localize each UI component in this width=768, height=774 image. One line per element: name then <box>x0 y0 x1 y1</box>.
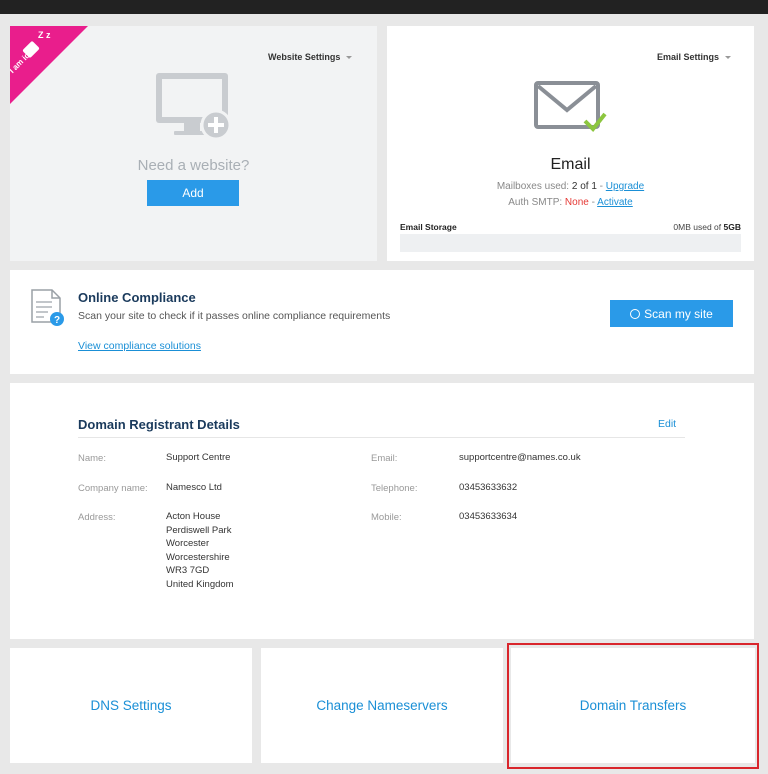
registrant-title: Domain Registrant Details <box>78 417 240 432</box>
smtp-status: None <box>564 197 589 208</box>
address-line: WR3 7GD <box>166 565 210 576</box>
email-label: Email: <box>371 453 398 464</box>
telephone-value: 03453633632 <box>459 482 518 493</box>
divider <box>78 437 685 438</box>
email-storage-label: Email Storage <box>400 222 457 232</box>
compliance-title: Online Compliance <box>78 290 196 305</box>
website-card: Z z I am idle Website Settings Need a we… <box>10 26 377 261</box>
dns-settings-tile[interactable]: DNS Settings <box>10 648 252 763</box>
telephone-label: Telephone: <box>371 483 418 494</box>
address-value: Acton House Perdiswell Park Worcester Wo… <box>166 510 234 591</box>
mailboxes-label: Mailboxes used: <box>496 181 570 192</box>
need-website-text: Need a website? <box>137 157 250 174</box>
add-website-button[interactable]: Add <box>147 180 239 206</box>
website-settings-dropdown[interactable]: Website Settings <box>268 52 353 62</box>
registrant-card: Domain Registrant Details Edit Name: Sup… <box>10 383 754 639</box>
smtp-line: Auth SMTP: None - Activate <box>387 197 754 208</box>
compliance-description: Scan your site to check if it passes onl… <box>78 310 391 322</box>
email-settings-label: Email Settings <box>657 52 720 62</box>
compliance-card: ? Online Compliance Scan your site to ch… <box>10 270 754 374</box>
idle-ribbon: Z z I am idle <box>10 26 88 104</box>
company-value: Namesco Ltd <box>166 482 222 493</box>
storage-total: 5GB <box>723 222 741 232</box>
domain-transfers-label: Domain Transfers <box>579 698 687 713</box>
change-nameservers-tile[interactable]: Change Nameservers <box>261 648 503 763</box>
view-compliance-link[interactable]: View compliance solutions <box>78 340 201 352</box>
monitor-add-icon <box>156 73 232 141</box>
dns-settings-label: DNS Settings <box>90 698 172 713</box>
address-line: Perdiswell Park <box>166 524 232 536</box>
activate-link[interactable]: Activate <box>597 197 633 208</box>
domain-transfers-tile[interactable]: Domain Transfers <box>511 648 755 763</box>
mobile-value: 03453633634 <box>459 511 518 522</box>
address-label: Address: <box>78 512 116 523</box>
email-storage-bar <box>400 234 741 252</box>
smtp-label: Auth SMTP: <box>508 197 563 208</box>
chevron-down-icon <box>725 56 732 60</box>
upgrade-link[interactable]: Upgrade <box>606 181 644 192</box>
email-title: Email <box>550 156 591 173</box>
address-line: United Kingdom <box>166 578 234 590</box>
email-storage-value: 0MB used of 5GB <box>673 222 741 232</box>
mailboxes-value: 2 of 1 <box>571 181 597 192</box>
company-label: Company name: <box>78 483 148 494</box>
mailboxes-separator: - <box>596 181 606 192</box>
document-question-icon: ? <box>31 289 64 326</box>
mailboxes-line: Mailboxes used: 2 of 1 - Upgrade <box>387 181 754 192</box>
top-bar <box>0 0 768 14</box>
address-line: Worcester <box>166 538 210 549</box>
email-card: Email Settings Email Mailboxes used: 2 o… <box>387 26 754 261</box>
envelope-check-icon <box>534 81 607 132</box>
name-value: Support Centre <box>166 452 231 463</box>
scan-icon <box>630 308 641 319</box>
smtp-separator: - <box>588 197 598 208</box>
name-label: Name: <box>78 453 106 464</box>
email-settings-dropdown[interactable]: Email Settings <box>657 52 732 62</box>
sleep-zz-icon: Z z <box>38 30 51 40</box>
email-value: supportcentre@names.co.uk <box>459 452 581 463</box>
edit-registrant-link[interactable]: Edit <box>658 418 676 430</box>
address-line: Worcestershire <box>166 551 230 563</box>
mobile-label: Mobile: <box>371 512 402 523</box>
chevron-down-icon <box>346 56 353 60</box>
address-line: Acton House <box>166 511 221 522</box>
storage-used: 0MB used of <box>673 222 722 232</box>
scan-site-button[interactable]: Scan my site <box>610 300 733 327</box>
change-nameservers-label: Change Nameservers <box>316 698 448 713</box>
svg-text:?: ? <box>54 315 60 326</box>
scan-label: Scan my site <box>644 306 713 321</box>
website-settings-label: Website Settings <box>268 52 341 62</box>
